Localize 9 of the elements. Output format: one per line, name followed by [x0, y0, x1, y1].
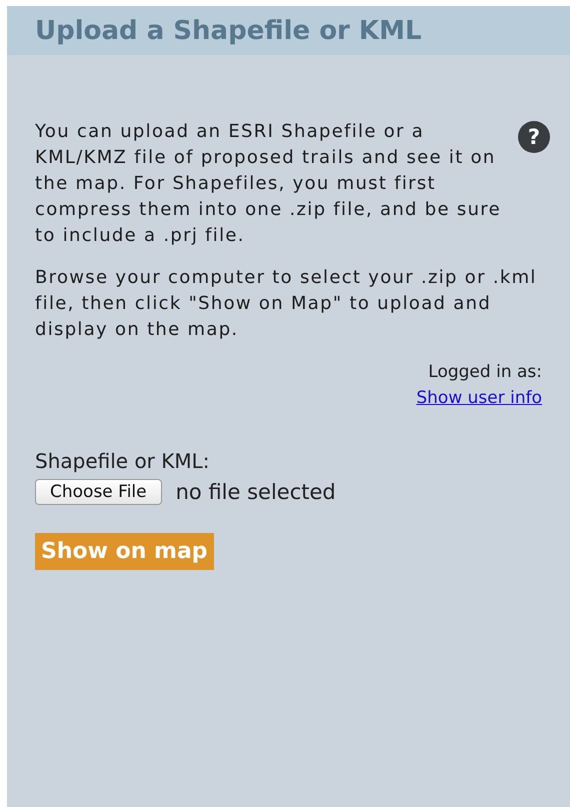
login-label: Logged in as: [428, 361, 542, 384]
choose-file-button[interactable]: Choose File [35, 479, 162, 505]
file-status-text: no file selected [176, 480, 336, 504]
description-text: You can upload an ESRI Shapefile or a KML/KMZ file of proposed trails and see it on the map. For Shapefiles, you must first compress them into one .zip file, and be sure to include a .prj file. [35, 120, 502, 248]
instruction-text: Browse your computer to select your .zip or .kml file, then click "Show on Map" to upload and display on the map. [35, 266, 538, 342]
help-icon[interactable]: ? [518, 121, 550, 153]
panel-title: Upload a Shapefile or KML [35, 16, 422, 46]
field-label: Shapefile or KML: [35, 448, 211, 475]
show-user-info-link[interactable]: Show user info [416, 385, 542, 411]
